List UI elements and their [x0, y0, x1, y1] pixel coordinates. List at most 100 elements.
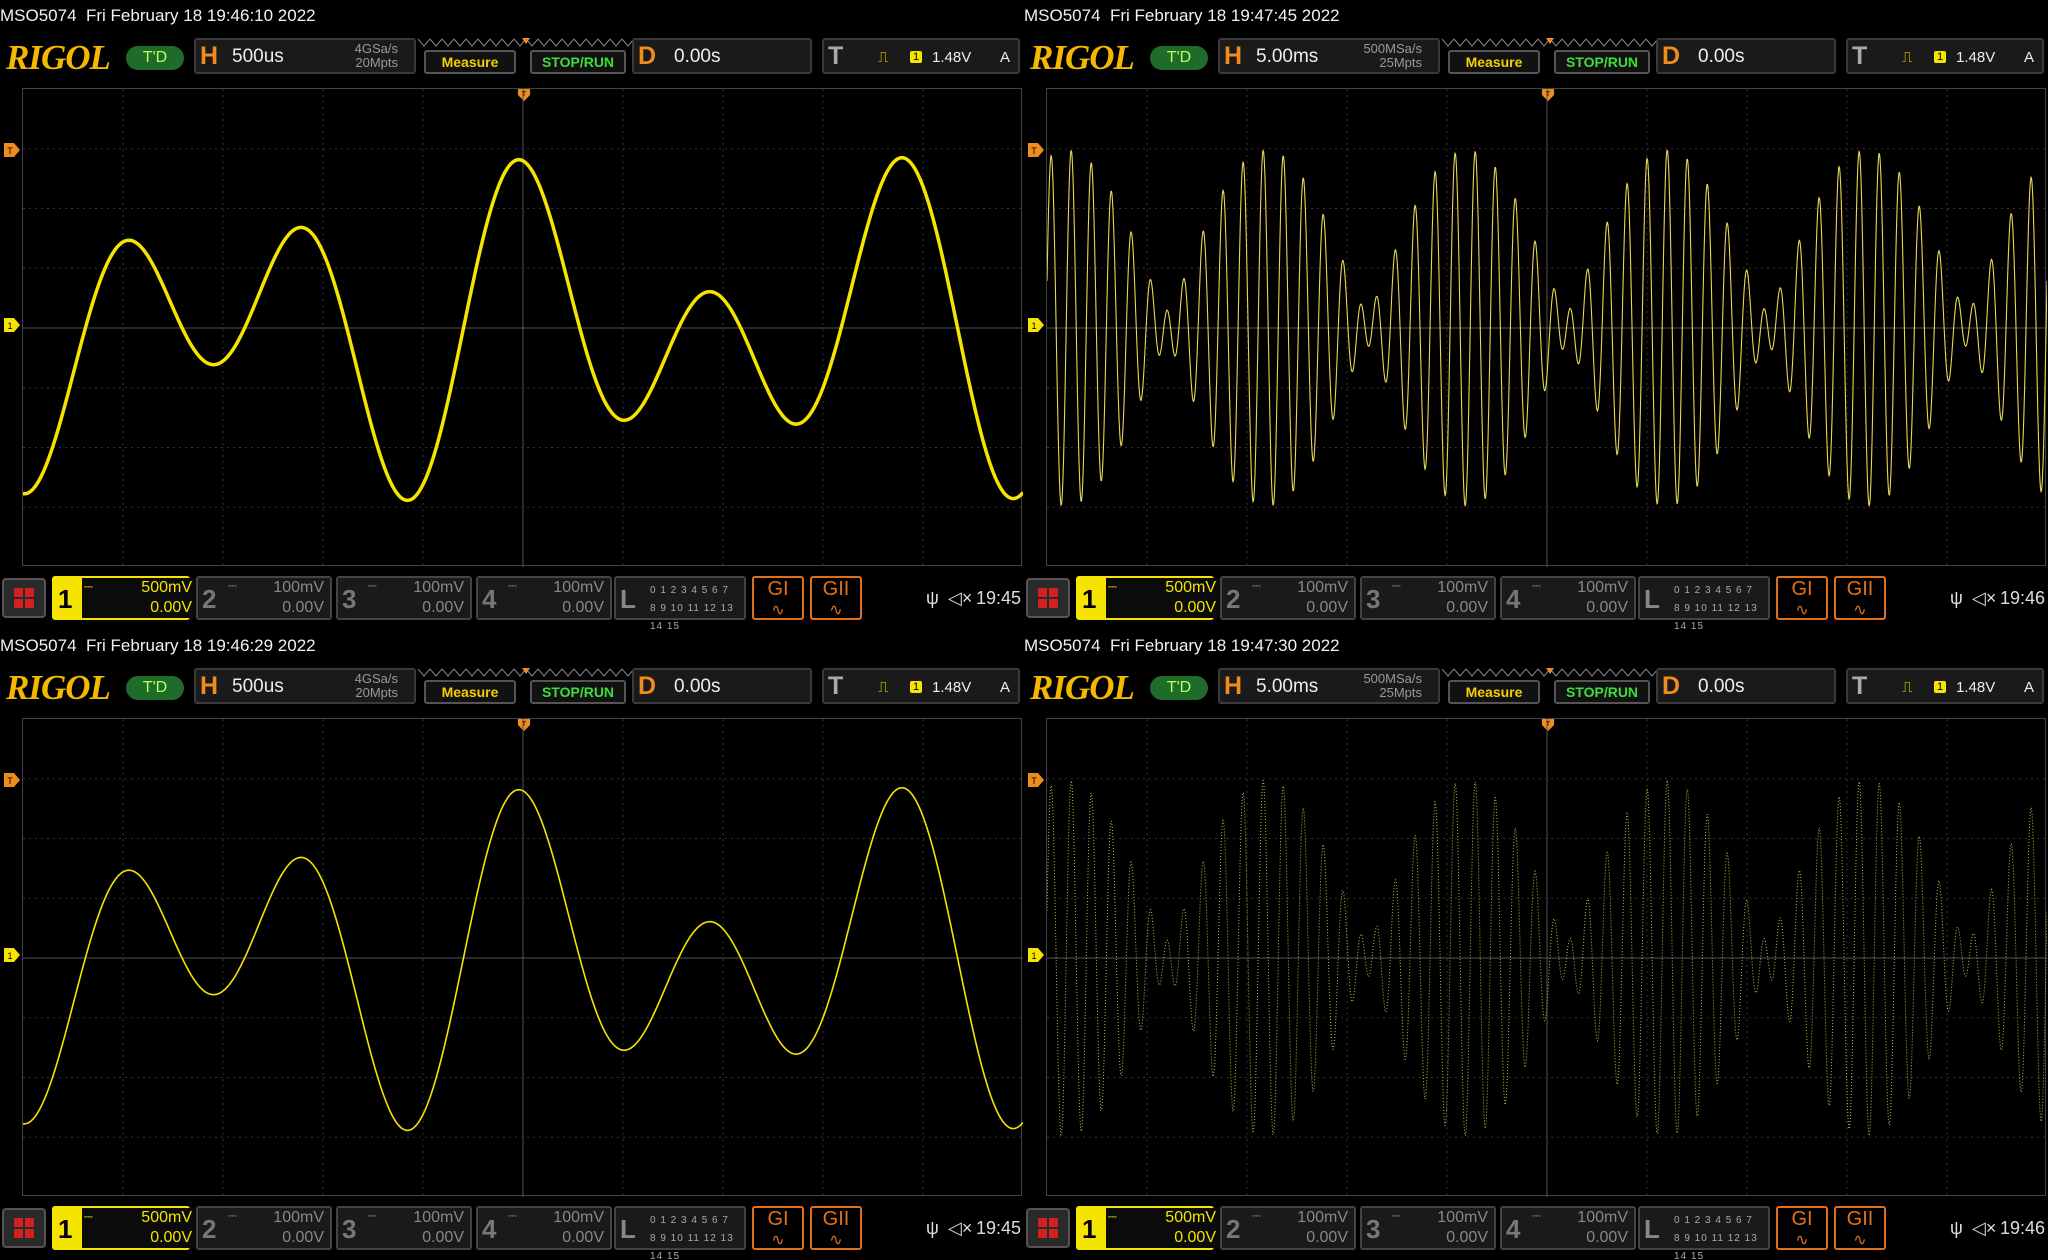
waveform-display[interactable] — [1046, 88, 2047, 567]
channel4-box[interactable]: 4 ⎓ 100mV 0.00V — [476, 576, 612, 620]
screenshot-title: MSO5074 Fri February 18 19:47:30 2022 — [1024, 636, 1340, 655]
screenshot-title: MSO5074 Fri February 18 19:46:29 2022 — [0, 636, 316, 655]
channel3-box[interactable]: 3 ⎓ 100mV 0.00V — [1360, 1206, 1496, 1250]
stop-run-button[interactable]: STOP/RUN — [1554, 680, 1650, 704]
measure-button[interactable]: Measure — [1448, 50, 1540, 74]
stop-run-button[interactable]: STOP/RUN — [530, 50, 626, 74]
trigger-status-badge[interactable]: T'D — [1150, 676, 1208, 700]
generator1-button[interactable]: GI ∿ — [1776, 1206, 1828, 1250]
channel4-number: 4 — [482, 1214, 497, 1244]
channel2-box[interactable]: 2 ⎓ 100mV 0.00V — [196, 1206, 332, 1250]
channel1-ground-marker-icon[interactable]: 1 — [4, 948, 20, 962]
stop-run-button[interactable]: STOP/RUN — [1554, 50, 1650, 74]
delay-box[interactable]: D 0.00s — [1656, 38, 1836, 74]
channel1-box[interactable]: 1 ⎓ 500mV 0.00V — [1076, 576, 1220, 620]
trigger-status-badge[interactable]: T'D — [1150, 46, 1208, 70]
acquisition-info: 4GSa/s 20Mpts — [355, 42, 398, 70]
trigger-level: 1.48V — [932, 49, 972, 66]
measure-button[interactable]: Measure — [424, 50, 516, 74]
delay-box[interactable]: D 0.00s — [632, 668, 812, 704]
channel2-box[interactable]: 2 ⎓ 100mV 0.00V — [1220, 576, 1356, 620]
timebase-value: 5.00ms — [1256, 46, 1319, 67]
channel3-box[interactable]: 3 ⎓ 100mV 0.00V — [336, 1206, 472, 1250]
logic-bits: 0 1 2 3 4 5 6 7 8 9 10 11 12 13 14 15 — [650, 1212, 744, 1260]
speaker-muted-icon[interactable]: ◁× — [948, 588, 972, 609]
stop-run-button[interactable]: STOP/RUN — [530, 680, 626, 704]
channel4-offset: 0.00V — [562, 599, 604, 616]
trigger-box[interactable]: T ⎍ 1 1.48V A — [1846, 38, 2044, 74]
horizontal-timebase-box[interactable]: H 500us 4GSa/s 20Mpts — [194, 668, 416, 704]
memory-overview-icon — [418, 38, 635, 47]
trigger-level-marker-icon[interactable]: T — [1028, 143, 1044, 157]
trigger-label: T — [1852, 42, 1868, 70]
generator1-button[interactable]: GI ∿ — [752, 576, 804, 620]
trigger-level-marker-icon[interactable]: T — [1028, 773, 1044, 787]
trigger-status-badge[interactable]: T'D — [126, 46, 184, 70]
channel1-ground-marker-icon[interactable]: 1 — [4, 318, 20, 332]
channel1-box[interactable]: 1 ⎓ 500mV 0.00V — [1076, 1206, 1220, 1250]
generator2-button[interactable]: GII ∿ — [810, 576, 862, 620]
generator2-button[interactable]: GII ∿ — [810, 1206, 862, 1250]
acquisition-stop-icon[interactable] — [1026, 578, 1070, 618]
trigger-status-badge[interactable]: T'D — [126, 676, 184, 700]
waveform-svg — [1047, 719, 2047, 1197]
delay-box[interactable]: D 0.00s — [632, 38, 812, 74]
trigger-box[interactable]: T ⎍ 1 1.48V A — [822, 668, 1020, 704]
logic-analyzer-box[interactable]: L 0 1 2 3 4 5 6 7 8 9 10 11 12 13 14 15 — [1638, 1206, 1770, 1260]
generator1-button[interactable]: GI ∿ — [1776, 576, 1828, 620]
channel3-box[interactable]: 3 ⎓ 100mV 0.00V — [1360, 576, 1496, 620]
channel4-box[interactable]: 4 ⎓ 100mV 0.00V — [476, 1206, 612, 1250]
channel4-box[interactable]: 4 ⎓ 100mV 0.00V — [1500, 1206, 1636, 1250]
speaker-muted-icon[interactable]: ◁× — [1972, 1218, 1996, 1239]
waveform-display[interactable] — [22, 88, 1023, 567]
horizontal-timebase-box[interactable]: H 5.00ms 500MSa/s 25Mpts — [1218, 38, 1440, 74]
trigger-label: T — [1852, 672, 1868, 700]
acquisition-info: 500MSa/s 25Mpts — [1363, 672, 1422, 700]
logic-label: L — [620, 1214, 636, 1244]
acquisition-stop-icon[interactable] — [2, 578, 46, 618]
channel2-scale: 100mV — [273, 579, 324, 596]
channel1-ground-marker-icon[interactable]: 1 — [1028, 318, 1044, 332]
channel2-box[interactable]: 2 ⎓ 100mV 0.00V — [1220, 1206, 1356, 1250]
logic-analyzer-box[interactable]: L 0 1 2 3 4 5 6 7 8 9 10 11 12 13 14 15 — [614, 576, 746, 630]
channel3-box[interactable]: 3 ⎓ 100mV 0.00V — [336, 576, 472, 620]
channel1-box[interactable]: 1 ⎓ 500mV 0.00V — [52, 1206, 196, 1250]
channel1-box[interactable]: 1 ⎓ 500mV 0.00V — [52, 576, 196, 620]
channel4-box[interactable]: 4 ⎓ 100mV 0.00V — [1500, 576, 1636, 620]
generator2-button[interactable]: GII ∿ — [1834, 1206, 1886, 1250]
trigger-box[interactable]: T ⎍ 1 1.48V A — [1846, 668, 2044, 704]
rising-edge-icon: ⎍ — [878, 49, 889, 66]
memory-overview-icon — [1442, 668, 1659, 677]
logic-analyzer-box[interactable]: L 0 1 2 3 4 5 6 7 8 9 10 11 12 13 14 15 — [614, 1206, 746, 1260]
channel4-offset: 0.00V — [562, 1229, 604, 1246]
svg-text:T: T — [7, 146, 13, 156]
channel1-ground-marker-icon[interactable]: 1 — [1028, 948, 1044, 962]
generator2-button[interactable]: GII ∿ — [1834, 576, 1886, 620]
logic-label: L — [620, 584, 636, 614]
trigger-box[interactable]: T ⎍ 1 1.48V A — [822, 38, 1020, 74]
scope-panel-3: MSO5074 Fri February 18 19:46:29 2022 RI… — [0, 630, 1024, 1260]
generator1-button[interactable]: GI ∿ — [752, 1206, 804, 1250]
acquisition-stop-icon[interactable] — [2, 1208, 46, 1248]
channel2-box[interactable]: 2 ⎓ 100mV 0.00V — [196, 576, 332, 620]
measure-button[interactable]: Measure — [1448, 680, 1540, 704]
speaker-muted-icon[interactable]: ◁× — [948, 1218, 972, 1239]
delay-box[interactable]: D 0.00s — [1656, 668, 1836, 704]
trigger-level-marker-icon[interactable]: T — [4, 143, 20, 157]
dc-coupling-icon: ⎓ — [228, 580, 237, 592]
horizontal-timebase-box[interactable]: H 500us 4GSa/s 20Mpts — [194, 38, 416, 74]
delay-label: D — [1662, 42, 1681, 70]
channel4-number: 4 — [1506, 1214, 1521, 1244]
horizontal-label: H — [200, 42, 219, 70]
trigger-level-marker-icon[interactable]: T — [4, 773, 20, 787]
waveform-display[interactable] — [1046, 718, 2047, 1197]
logic-analyzer-box[interactable]: L 0 1 2 3 4 5 6 7 8 9 10 11 12 13 14 15 — [1638, 576, 1770, 630]
speaker-muted-icon[interactable]: ◁× — [1972, 588, 1996, 609]
measure-button[interactable]: Measure — [424, 680, 516, 704]
waveform-display[interactable] — [22, 718, 1023, 1197]
acquisition-stop-icon[interactable] — [1026, 1208, 1070, 1248]
channel1-number: 1 — [58, 1214, 73, 1244]
horizontal-timebase-box[interactable]: H 5.00ms 500MSa/s 25Mpts — [1218, 668, 1440, 704]
waveform-svg — [23, 89, 1023, 567]
bottom-toolbar: 1 ⎓ 500mV 0.00V 2 ⎓ 100mV 0.00V 3 ⎓ 100m… — [1024, 1204, 2048, 1260]
